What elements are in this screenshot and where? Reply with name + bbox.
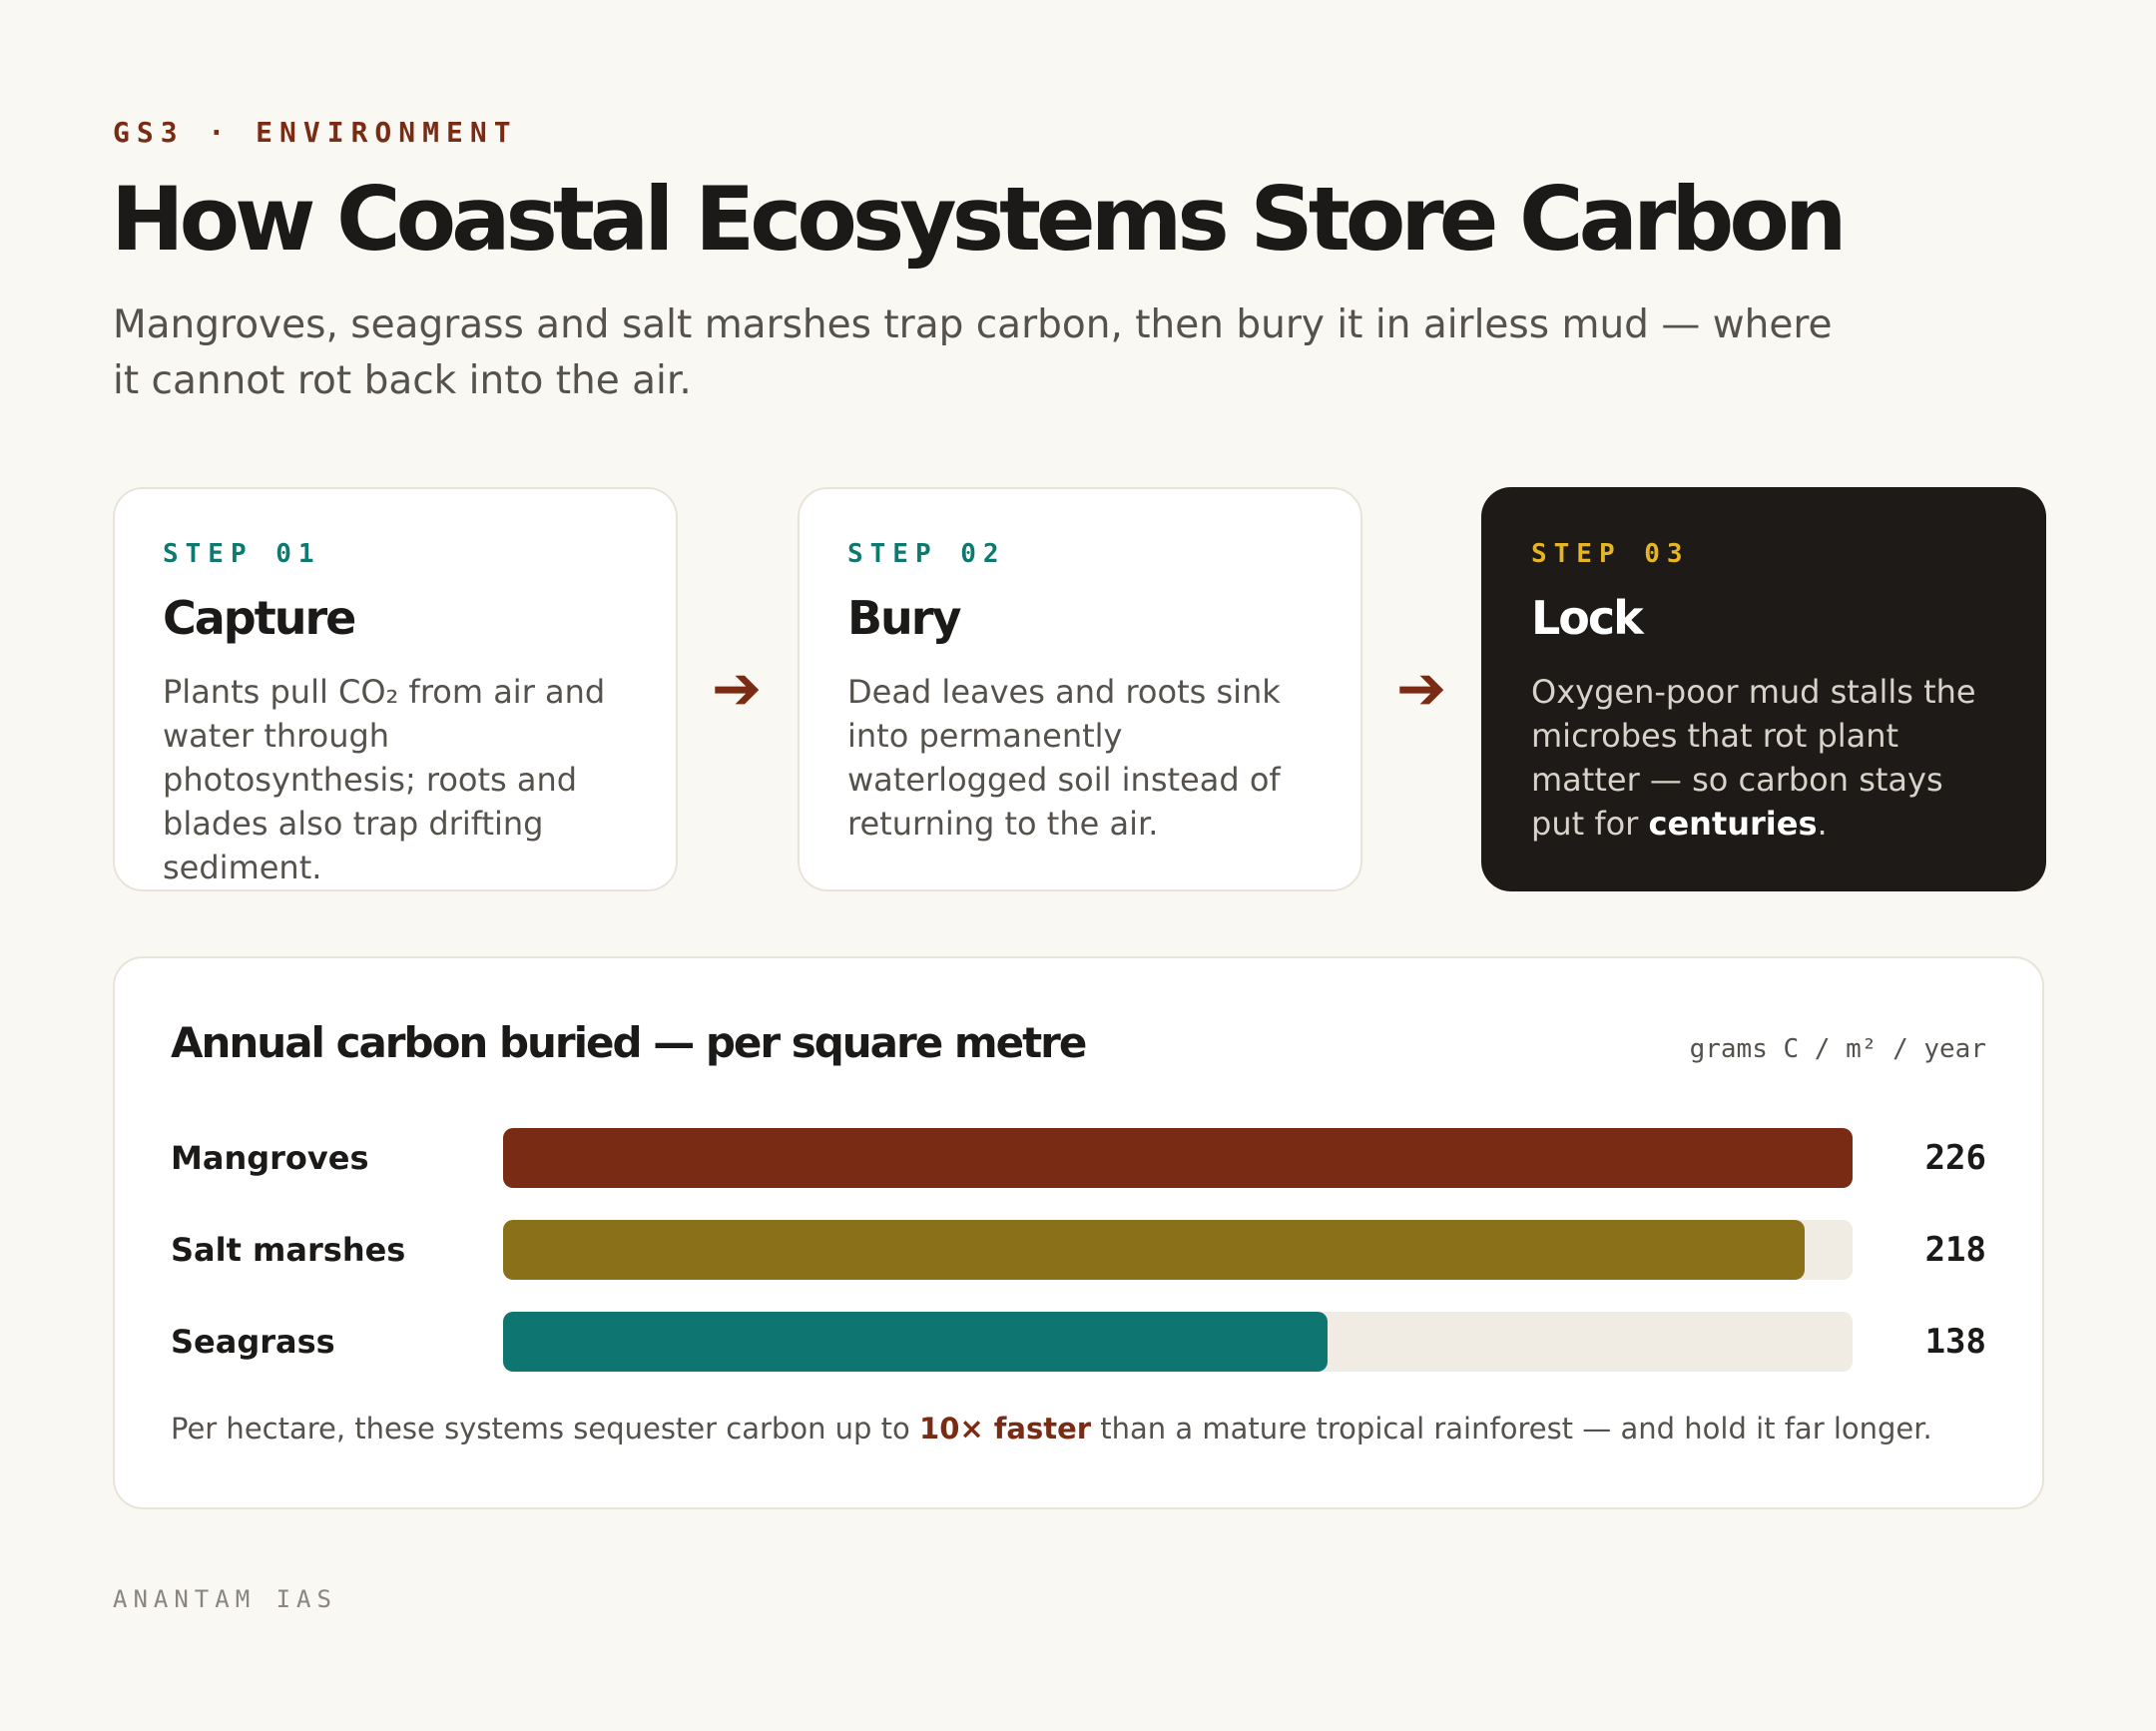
- footnote-highlight: 10× faster: [919, 1412, 1092, 1445]
- step-label: STEP 02: [847, 539, 1006, 569]
- step-label: STEP 03: [1531, 539, 1690, 569]
- bar-category-label: Seagrass: [171, 1323, 335, 1361]
- step-body: Dead leaves and roots sink into permanen…: [847, 672, 1281, 843]
- bar-value-label: 138: [1924, 1322, 1986, 1362]
- arrow-right-icon: ➔: [1395, 654, 1447, 724]
- page-title: How Coastal Ecosystems Store Carbon: [111, 168, 1847, 271]
- step-body: Oxygen-poor mud stalls the microbes that…: [1531, 670, 1996, 846]
- eyebrow-label: GS3 · ENVIRONMENT: [113, 116, 518, 149]
- step-title: Bury: [847, 591, 961, 645]
- footer-brand: ANANTAM IAS: [113, 1585, 337, 1613]
- bar-row: Mangroves 226: [115, 1128, 2042, 1188]
- step-body: Plants pull CO₂ from air and water throu…: [163, 672, 606, 886]
- carbon-chart-card: Annual carbon buried — per square metre …: [113, 956, 2044, 1509]
- footnote-lead: Per hectare, these systems sequester car…: [171, 1412, 920, 1445]
- bar-category-label: Mangroves: [171, 1139, 369, 1177]
- bar-fill: [503, 1128, 1853, 1188]
- bar-track: [503, 1312, 1853, 1372]
- step-card-bury: STEP 02 Bury Dead leaves and roots sink …: [798, 487, 1362, 891]
- bar-value-label: 226: [1924, 1138, 1986, 1178]
- step-body-emphasis: centuries: [1648, 804, 1818, 843]
- step-body-tail: .: [1817, 804, 1828, 843]
- chart-footnote: Per hectare, these systems sequester car…: [171, 1412, 1997, 1445]
- bar-fill: [503, 1220, 1805, 1280]
- step-label: STEP 01: [163, 539, 321, 569]
- footnote-tail: than a mature tropical rainforest — and …: [1091, 1412, 1932, 1445]
- bar-category-label: Salt marshes: [171, 1231, 406, 1269]
- infographic-page: GS3 · ENVIRONMENT How Coastal Ecosystems…: [0, 0, 2156, 1731]
- arrow-right-icon: ➔: [711, 654, 763, 724]
- bar-row: Seagrass 138: [115, 1312, 2042, 1372]
- page-subtitle: Mangroves, seagrass and salt marshes tra…: [113, 302, 1833, 403]
- bar-value-label: 218: [1924, 1230, 1986, 1270]
- chart-units: grams C / m² / year: [1689, 1034, 1986, 1064]
- step-card-capture: STEP 01 Capture Plants pull CO₂ from air…: [113, 487, 678, 891]
- step-title: Capture: [163, 591, 356, 645]
- step-card-lock: STEP 03 Lock Oxygen-poor mud stalls the …: [1481, 487, 2046, 891]
- bar-track: [503, 1220, 1853, 1280]
- bar-fill: [503, 1312, 1328, 1372]
- bar-row: Salt marshes 218: [115, 1220, 2042, 1280]
- step-title: Lock: [1531, 591, 1644, 645]
- bar-track: [503, 1128, 1853, 1188]
- chart-title: Annual carbon buried — per square metre: [171, 1018, 1087, 1067]
